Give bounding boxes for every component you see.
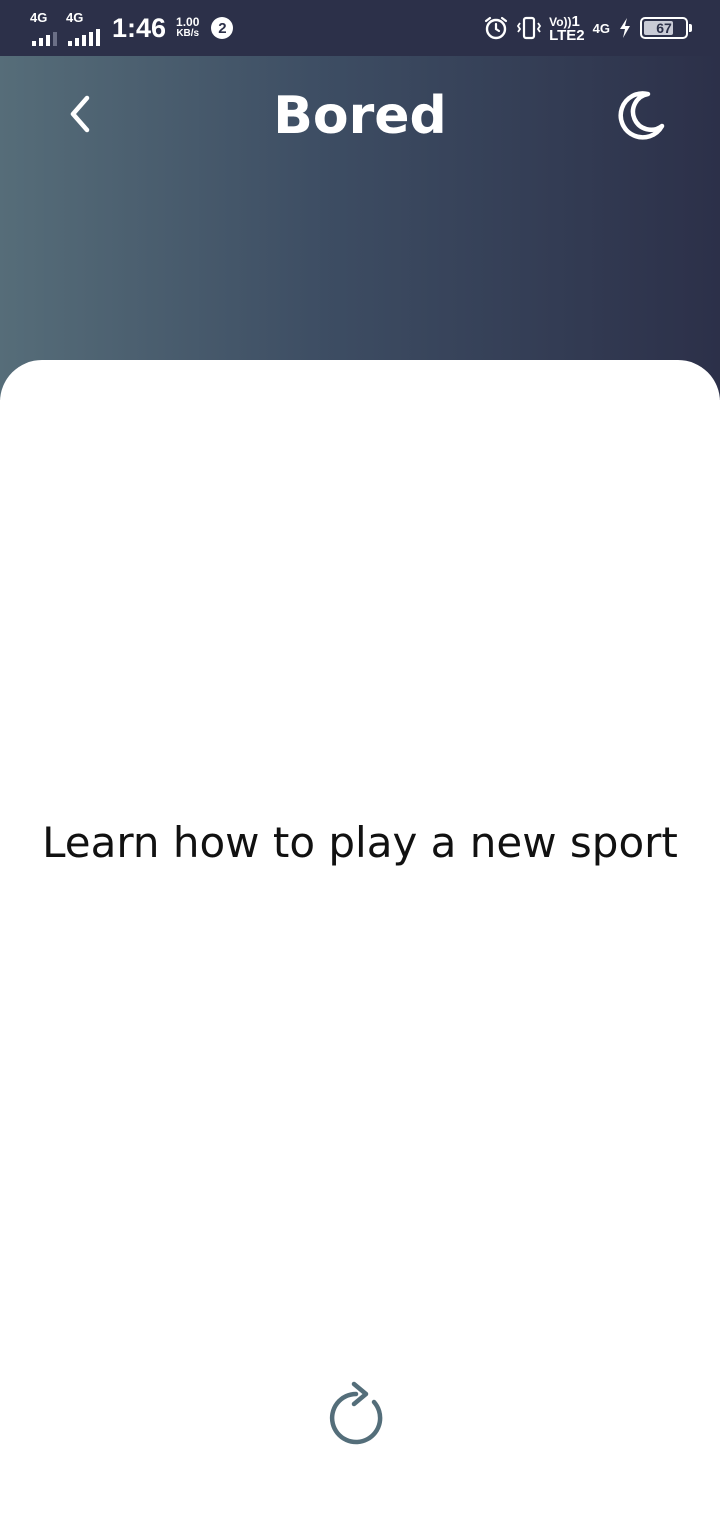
volte-indicator: Vo))1 LTE2 [549,14,585,44]
clock: 1:46 [112,12,167,43]
activity-suggestion: Learn how to play a new sport [42,818,678,867]
vibrate-icon [517,15,542,41]
network-speed: 1.00 KB/s [176,15,200,39]
charging-icon [618,17,632,39]
battery-percentage: 67 [656,20,672,36]
sim1-network-label: 4G [30,10,48,25]
status-bar-left: 4G 4G 1:46 1.00 KB/s 2 [30,0,234,56]
lte-label: LTE2 [549,26,585,44]
refresh-icon [328,1380,392,1456]
alarm-icon [483,15,509,41]
dark-mode-toggle[interactable] [610,88,670,148]
sim1-signal-icon: 4G [30,8,58,48]
app-header: Bored [0,56,720,400]
battery-indicator: 67 [640,17,692,39]
sim2-signal-icon: 4G [66,8,100,48]
status-bar-right: Vo))1 LTE2 4G 67 [483,0,692,56]
battery-terminal [689,24,692,32]
moon-icon [612,88,668,148]
notification-count-badge: 2 [211,17,234,39]
mobile-data-type: 4G [592,20,610,36]
refresh-button[interactable] [326,1380,394,1456]
network-speed-unit: KB/s [176,28,200,39]
network-speed-value: 1.00 [176,15,200,29]
sim2-network-label: 4G [66,10,84,25]
status-bar: 4G 4G 1:46 1.00 KB/s 2 Vo))1 LTE2 4G 67 [0,0,720,56]
activity-card: Learn how to play a new sport [0,360,720,1520]
